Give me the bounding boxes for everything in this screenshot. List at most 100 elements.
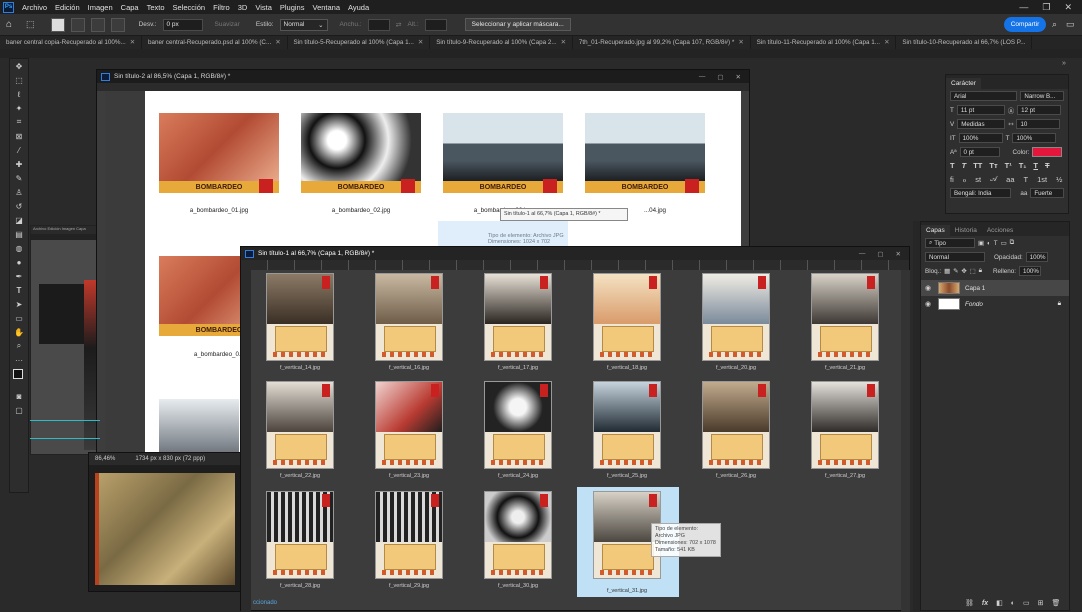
adjustment-layer-icon[interactable]: ◐: [1011, 600, 1015, 607]
history-brush-icon[interactable]: ↺: [10, 199, 28, 213]
visibility-eye-icon[interactable]: ◉: [925, 300, 933, 308]
close-icon[interactable]: ✕: [896, 250, 901, 258]
layer-row-fondo[interactable]: ◉ Fondo 🔒︎: [921, 296, 1069, 312]
leading-input[interactable]: 12 pt: [1017, 105, 1062, 115]
close-icon[interactable]: ✕: [561, 39, 566, 46]
eyedropper-icon[interactable]: ⁄: [10, 143, 28, 157]
strikethrough-icon[interactable]: T: [1045, 161, 1050, 170]
vertical-card[interactable]: [375, 273, 443, 361]
faux-italic-icon[interactable]: T: [962, 161, 967, 170]
hand-tool-icon[interactable]: ✋: [10, 325, 28, 339]
screen-mode-icon[interactable]: ▢: [10, 403, 28, 417]
vertical-card[interactable]: [484, 273, 552, 361]
document-titlebar[interactable]: Sin título-2 al 86,5% (Capa 1, RGB/8#) *…: [97, 70, 749, 83]
kerning-select[interactable]: Medidas: [957, 119, 1006, 129]
height-input[interactable]: [424, 18, 447, 31]
menu-seleccion[interactable]: Selección: [169, 3, 210, 12]
vertical-card[interactable]: [375, 381, 443, 469]
language-select[interactable]: Bengali: India: [950, 188, 1012, 198]
ornament-icon[interactable]: ℴ: [963, 175, 966, 184]
add-mask-icon[interactable]: ◧: [996, 599, 1003, 607]
minimize-icon[interactable]: —: [1019, 2, 1028, 13]
vertical-card[interactable]: [266, 381, 334, 469]
lock-pixels-icon[interactable]: ✎: [953, 268, 958, 275]
underline-icon[interactable]: T: [1033, 161, 1038, 170]
brush-tool-icon[interactable]: ✎: [10, 171, 28, 185]
pen-tool-icon[interactable]: ✒: [10, 269, 28, 283]
rectangle-tool-icon[interactable]: ▭: [10, 311, 28, 325]
horizontal-scale-input[interactable]: 100%: [1012, 133, 1057, 143]
close-icon[interactable]: ✕: [884, 39, 889, 46]
bombardeo-card-2[interactable]: BOMBARDEO: [301, 113, 421, 205]
close-icon[interactable]: ✕: [418, 39, 423, 46]
filter-shape-icon[interactable]: ▭: [1001, 240, 1007, 247]
vertical-card[interactable]: [811, 381, 879, 469]
maximize-icon[interactable]: ❐: [1042, 2, 1050, 13]
baseline-input[interactable]: 0 pt: [959, 147, 1000, 157]
group-icon[interactable]: ▭: [1023, 599, 1030, 607]
vertical-card[interactable]: [593, 381, 661, 469]
ordinal-icon[interactable]: T: [1024, 175, 1029, 184]
layer-filter-select[interactable]: ⌕ Tipo: [925, 238, 975, 248]
vertical-card[interactable]: [702, 381, 770, 469]
document-titlebar[interactable]: Sin título-1 al 66,7% (Capa 1, RGB/8#) *…: [241, 247, 909, 260]
tab-capas[interactable]: Capas: [921, 225, 950, 236]
magic-wand-icon[interactable]: ✦: [10, 101, 28, 115]
antialias-checkbox[interactable]: Suavizar: [215, 21, 240, 28]
tab-acciones[interactable]: Acciones: [982, 225, 1018, 236]
zoom-level[interactable]: 86,46%: [95, 456, 115, 462]
feather-input[interactable]: 0 px: [162, 18, 203, 31]
bombardeo-card-1[interactable]: BOMBARDEO: [159, 113, 279, 205]
menu-texto[interactable]: Texto: [143, 3, 169, 12]
new-layer-icon[interactable]: ⊞: [1038, 599, 1044, 607]
maximize-icon[interactable]: ▢: [717, 73, 723, 81]
menu-edicion[interactable]: Edición: [51, 3, 84, 12]
character-tab[interactable]: Carácter: [946, 78, 981, 89]
swash-icon[interactable]: 𝒜: [990, 174, 997, 184]
menu-imagen[interactable]: Imagen: [84, 3, 117, 12]
lock-transparent-icon[interactable]: ▦: [944, 268, 950, 275]
vertical-card[interactable]: [375, 491, 443, 579]
doc-tab[interactable]: 7th_01-Recuperado.jpg al 99,2% (Capa 107…: [573, 36, 751, 49]
more-tools-icon[interactable]: ···: [10, 353, 28, 367]
superscript-icon[interactable]: T¹: [1005, 161, 1012, 170]
faux-bold-icon[interactable]: T: [950, 161, 955, 170]
small-caps-icon[interactable]: Tт: [989, 161, 997, 170]
vertical-card[interactable]: [593, 273, 661, 361]
healing-brush-icon[interactable]: ✚: [10, 157, 28, 171]
dodge-tool-icon[interactable]: ●: [10, 255, 28, 269]
document-window-vertical-cards[interactable]: Sin título-1 al 66,7% (Capa 1, RGB/8#) *…: [240, 246, 910, 612]
close-icon[interactable]: ✕: [1064, 2, 1072, 13]
home-icon[interactable]: ⌂: [6, 19, 12, 30]
marquee-tool-icon[interactable]: ⬚: [10, 73, 28, 87]
menu-ayuda[interactable]: Ayuda: [344, 3, 373, 12]
document-window-map[interactable]: 86,46% 1734 px x 830 px (72 ppp): [88, 452, 243, 592]
bombardeo-card-3[interactable]: BOMBARDEO: [443, 113, 563, 205]
trash-icon[interactable]: 🗑︎: [1051, 599, 1060, 607]
all-caps-icon[interactable]: TT: [973, 161, 982, 170]
lock-position-icon[interactable]: ✥: [961, 268, 966, 275]
layer-name[interactable]: Capa 1: [965, 285, 985, 292]
close-icon[interactable]: ✕: [738, 39, 743, 46]
layer-name[interactable]: Fondo: [965, 301, 983, 308]
menu-filtro[interactable]: Filtro: [209, 3, 234, 12]
menu-archivo[interactable]: Archivo: [18, 3, 51, 12]
link-layers-icon[interactable]: ⛓: [965, 599, 974, 607]
lock-artboard-icon[interactable]: ⬚: [970, 268, 976, 275]
new-selection-button[interactable]: [50, 17, 65, 32]
swap-icon[interactable]: ⇄: [396, 21, 402, 29]
doc-tab[interactable]: baner central-Recuperado.psd al 100% (C.…: [142, 36, 288, 49]
filter-type-icon[interactable]: T: [994, 240, 998, 247]
subtract-selection-button[interactable]: [90, 17, 105, 32]
marquee-tool-preset-icon[interactable]: ⬚: [26, 19, 35, 30]
antialias-select[interactable]: Fuerte: [1030, 188, 1064, 198]
zoom-tool-icon[interactable]: ⌕: [10, 339, 28, 353]
doc-tab[interactable]: Sin título-10-Recuperado al 66,7% (LOS P…: [896, 36, 1033, 49]
close-icon[interactable]: ✕: [736, 73, 741, 81]
font-family-select[interactable]: Arial: [950, 91, 1018, 101]
doc-tab[interactable]: Sin título-11-Recuperado al 100% (Capa 1…: [751, 36, 897, 49]
filter-pixel-icon[interactable]: ▣: [978, 240, 984, 247]
type-tool-icon[interactable]: T: [10, 283, 28, 297]
workspace-icon[interactable]: ▭: [1066, 19, 1075, 30]
style-select[interactable]: Normal ⌄: [279, 18, 328, 31]
